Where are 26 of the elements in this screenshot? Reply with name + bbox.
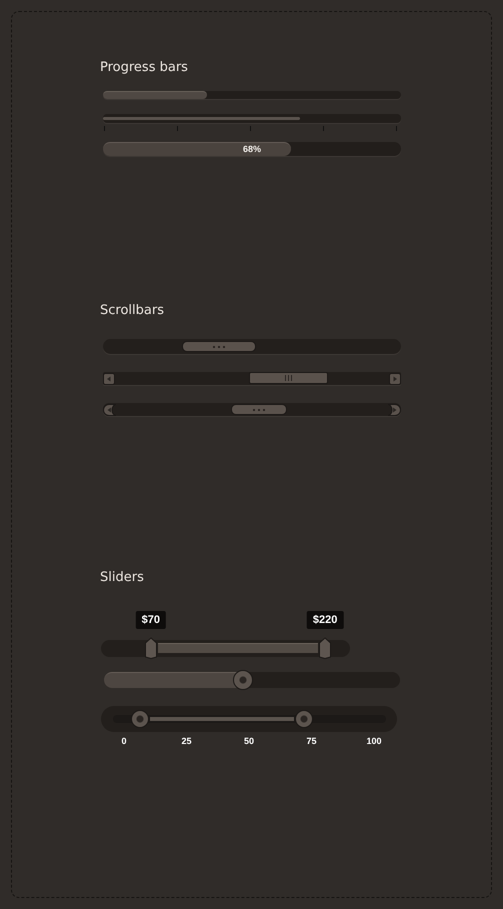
slider-handle[interactable]	[144, 637, 157, 659]
left-arrow-icon[interactable]	[103, 404, 117, 416]
section-title: Sliders	[100, 569, 145, 587]
slider-handle[interactable]	[295, 710, 314, 728]
scrollbar-thumb[interactable]	[231, 404, 287, 415]
scrollbar-track[interactable]	[103, 403, 401, 416]
scale-label: 100	[365, 736, 383, 746]
section-title: Scrollbars	[100, 302, 165, 320]
slider-track[interactable]	[101, 706, 397, 732]
slider-handle[interactable]	[131, 710, 150, 728]
slider-handle[interactable]	[319, 637, 332, 659]
scale-label: 25	[180, 736, 192, 746]
slider-track[interactable]	[104, 672, 400, 688]
section-title: Progress bars	[100, 59, 189, 77]
scale-label: 75	[305, 736, 318, 746]
scrollbar-track[interactable]	[103, 372, 401, 385]
value-tooltip: $70	[136, 611, 166, 629]
scale-label: 0	[120, 736, 128, 746]
scrollbar-track[interactable]	[103, 339, 401, 354]
value-tooltip: $220	[306, 611, 344, 629]
slider-handle[interactable]	[233, 670, 254, 690]
progress-label: 68%	[242, 143, 262, 156]
scale-label: 50	[242, 736, 255, 746]
scrollbar-thumb[interactable]	[182, 341, 256, 352]
scrollbar-thumb[interactable]	[249, 372, 328, 384]
right-arrow-icon[interactable]	[387, 404, 401, 416]
